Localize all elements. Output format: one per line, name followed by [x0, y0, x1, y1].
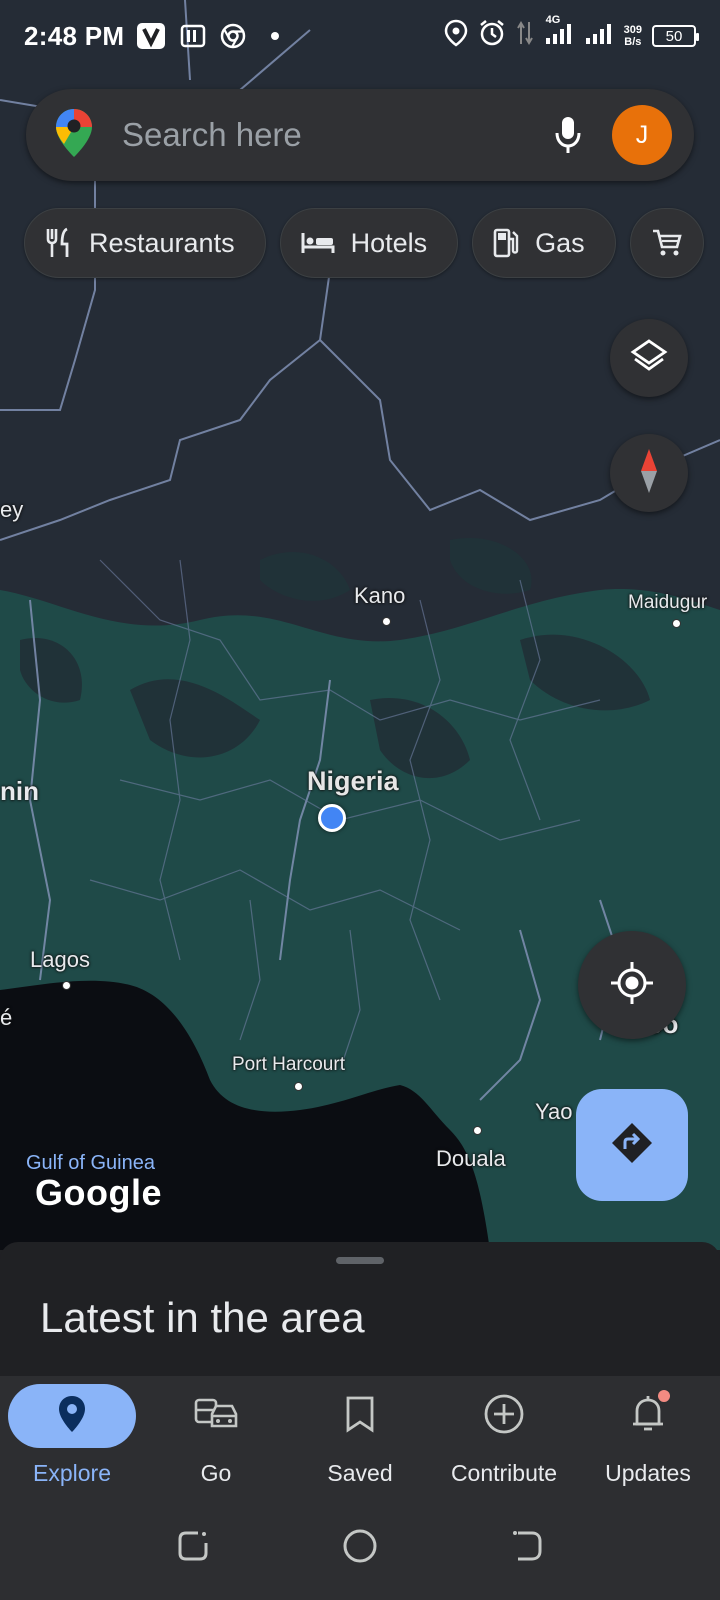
map-label-nigeria[interactable]: Nigeria: [307, 766, 399, 797]
chip-restaurants[interactable]: Restaurants: [24, 208, 266, 278]
battery-level: 50: [665, 27, 683, 45]
shopping-cart-icon: [651, 227, 683, 259]
compass-button[interactable]: [610, 434, 688, 512]
map-label-kano[interactable]: Kano: [354, 583, 405, 609]
city-dot-port-harcourt: [294, 1082, 303, 1091]
directions-icon: [610, 1121, 654, 1170]
map-label-niger-fragment: ey: [0, 497, 24, 522]
city-dot-kano: [382, 617, 391, 626]
nav-contribute[interactable]: Contribute: [432, 1376, 576, 1496]
nav-saved[interactable]: Saved: [288, 1376, 432, 1496]
my-location-dot: [318, 804, 346, 832]
alarm-icon: [478, 19, 506, 54]
search-input[interactable]: Search here: [122, 116, 540, 154]
recent-apps-icon[interactable]: [176, 1529, 210, 1568]
city-dot-douala: [473, 1126, 482, 1135]
bottom-sheet[interactable]: Latest in the area: [0, 1242, 720, 1382]
nav-updates-pill: [584, 1384, 712, 1448]
city-dot-lagos: [62, 981, 71, 990]
restaurant-icon: [45, 227, 73, 259]
commute-icon: [194, 1396, 238, 1437]
nav-updates[interactable]: Updates: [576, 1376, 720, 1496]
nav-label: Contribute: [450, 1460, 558, 1486]
city-dot-maiduguri: [672, 619, 681, 628]
battery-icon: 50: [652, 25, 699, 47]
map-label-douala[interactable]: Douala: [436, 1146, 506, 1172]
dot-icon: [270, 31, 280, 41]
pocket-icon: [180, 23, 206, 49]
nav-label: Go: [200, 1460, 232, 1486]
crosshair-icon: [609, 960, 655, 1011]
nav-label: Explore: [33, 1460, 111, 1486]
data-arrows-icon: [516, 20, 534, 53]
net-speed-value: 309: [623, 24, 642, 36]
add-circle-icon: [483, 1393, 525, 1440]
nav-go[interactable]: Go: [144, 1376, 288, 1496]
hotel-icon: [301, 231, 335, 255]
layers-button[interactable]: [610, 319, 688, 397]
nav-explore[interactable]: Explore: [0, 1376, 144, 1496]
map-label-maiduguri[interactable]: Maidugur: [628, 592, 707, 614]
map-canvas[interactable]: [0, 0, 720, 1250]
google-logo: Google: [35, 1172, 162, 1213]
chrome-icon: [220, 23, 246, 49]
map-label-port-harcourt[interactable]: Port Harcourt: [232, 1054, 345, 1076]
directions-button[interactable]: [576, 1089, 688, 1201]
explore-pin-icon: [57, 1394, 87, 1439]
search-bar[interactable]: Search here J: [26, 89, 694, 181]
my-location-button[interactable]: [578, 931, 686, 1039]
nav-saved-pill: [296, 1384, 424, 1448]
chip-hotels[interactable]: Hotels: [279, 208, 459, 278]
bottom-navigation: Explore Go Saved Contribute Updates: [0, 1376, 720, 1496]
map-label-benin-fragment: nin: [0, 776, 39, 806]
gas-station-icon: [493, 227, 519, 259]
status-time: 2:48 PM: [24, 20, 125, 51]
map-label-togo-fragment: é: [0, 1005, 13, 1030]
notification-dot: [658, 1390, 670, 1402]
maps-pin-logo-icon: [54, 107, 94, 164]
home-icon[interactable]: [342, 1528, 378, 1569]
nav-explore-pill: [8, 1384, 136, 1448]
nav-label: Saved: [327, 1460, 393, 1486]
bookmark-icon: [345, 1395, 375, 1438]
sheet-title: Latest in the area: [40, 1294, 365, 1341]
nav-contribute-pill: [440, 1384, 568, 1448]
signal-icon: 4G: [544, 14, 574, 53]
category-chips: Restaurants Hotels Gas: [24, 208, 704, 278]
network-type: 4G: [545, 13, 561, 26]
chip-shopping[interactable]: [629, 208, 704, 278]
chip-label: Gas: [535, 227, 585, 258]
account-avatar[interactable]: J: [612, 105, 672, 165]
nav-label: Updates: [605, 1460, 691, 1486]
signal-icon: [584, 20, 614, 53]
back-icon[interactable]: [510, 1529, 544, 1568]
location-icon: [444, 19, 468, 54]
chip-label: Hotels: [350, 227, 428, 258]
status-bar: 2:48 PM 4G 309 B/s 50: [0, 0, 720, 72]
layers-icon: [630, 337, 668, 380]
map-label-lagos[interactable]: Lagos: [30, 947, 90, 973]
v-app-icon: [136, 22, 166, 50]
system-navigation-bar: [0, 1496, 720, 1600]
mic-icon[interactable]: [540, 107, 596, 163]
chip-label: Restaurants: [89, 227, 235, 258]
sheet-drag-handle[interactable]: [336, 1257, 384, 1264]
net-speed-unit: B/s: [624, 36, 642, 48]
net-speed: 309 B/s: [624, 24, 642, 48]
map-label-yaounde[interactable]: Yao: [535, 1099, 573, 1125]
map-view[interactable]: ey Kano Maidugur nin Nigeria Lagos é Por…: [0, 0, 720, 1250]
chip-gas[interactable]: Gas: [472, 208, 616, 278]
compass-icon: [639, 447, 659, 500]
nav-go-pill: [152, 1384, 280, 1448]
